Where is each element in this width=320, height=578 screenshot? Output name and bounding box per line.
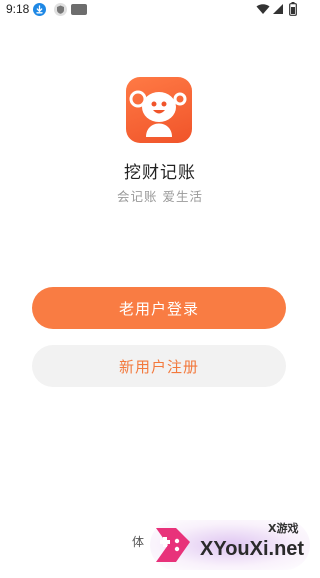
footer-text: 体 <box>132 535 145 549</box>
wifi-icon <box>256 4 270 14</box>
shield-icon <box>54 3 67 16</box>
watermark-small-text: X游戏 <box>268 522 299 535</box>
nms-icon <box>71 4 87 15</box>
watermark: X游戏 XYouXi.net <box>150 518 320 574</box>
app-logo <box>126 77 192 143</box>
download-icon <box>33 3 46 16</box>
signal-icon <box>273 4 283 14</box>
app-slogan: 会记账 爱生活 <box>117 189 203 204</box>
status-bar: 9:18 <box>0 0 320 20</box>
register-button[interactable]: 新用户注册 <box>32 345 286 387</box>
gamepad-icon <box>156 528 190 562</box>
status-time: 9:18 <box>6 2 30 16</box>
app-name: 挖财记账 <box>124 163 196 183</box>
watermark-big-text: XYouXi.net <box>200 538 305 560</box>
login-button[interactable]: 老用户登录 <box>32 287 286 329</box>
mascot-icon <box>129 90 187 137</box>
battery-icon <box>289 2 297 16</box>
